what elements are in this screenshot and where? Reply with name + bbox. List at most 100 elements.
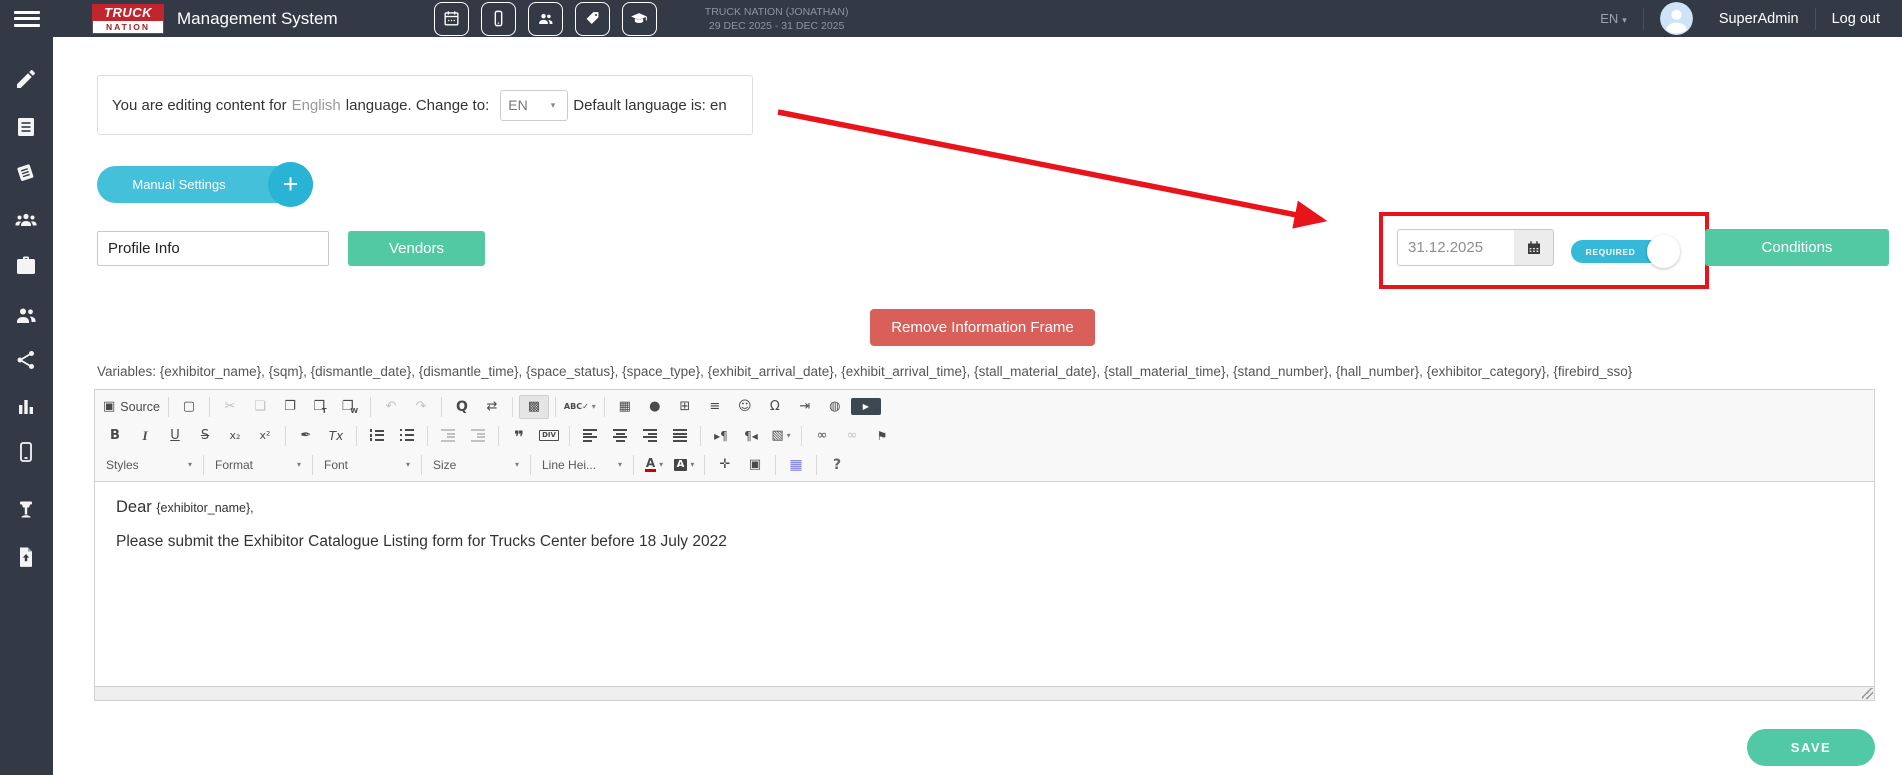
truck-nation-logo[interactable]: TRUCK NATION [92, 4, 164, 33]
toolbar-styles-select[interactable]: Styles▾ [101, 453, 197, 477]
toolbar-anchor-button[interactable]: ⚑ [868, 424, 896, 448]
sidebar-item-edit[interactable] [14, 67, 38, 91]
toolbar-select-all-button[interactable]: ▩ [519, 395, 549, 419]
toolbar-undo-button[interactable]: ↶ [377, 395, 405, 419]
hamburger-menu-icon[interactable] [14, 11, 40, 27]
sidebar-item-stand[interactable] [14, 497, 38, 521]
remove-information-frame-button[interactable]: Remove Information Frame [870, 309, 1095, 346]
sidebar-item-users[interactable] [14, 303, 38, 327]
toolbar-div-container-button[interactable]: DIV [535, 424, 563, 448]
toolbar-page-break-button[interactable]: ⇥ [791, 395, 819, 419]
toolbar-flash-button[interactable]: ● [641, 395, 669, 419]
sidebar-item-mobile[interactable] [14, 440, 38, 464]
toolbar-iframe-button[interactable]: ◍ [821, 395, 849, 419]
toolbar-horizontal-rule-button[interactable]: ≡ [701, 395, 729, 419]
sidebar-item-tags[interactable] [14, 161, 38, 185]
toolbar-youtube-button[interactable]: ▶ [851, 398, 881, 415]
toolbar-bullet-list-button[interactable] [393, 424, 421, 448]
date-picker-button[interactable] [1514, 229, 1554, 266]
bar-chart-icon [14, 394, 38, 418]
sidebar-item-forms[interactable] [14, 115, 38, 139]
toolbar-italic-button[interactable]: I [131, 424, 159, 448]
users-nav-button[interactable] [528, 2, 563, 36]
toolbar-unlink-button[interactable]: ∞ [838, 424, 866, 448]
user-menu[interactable]: SuperAdmin [1719, 11, 1799, 27]
form-name-input[interactable] [97, 231, 329, 266]
language-dropdown[interactable]: EN▾ [1600, 11, 1627, 26]
mobile-nav-button[interactable] [481, 2, 516, 36]
toolbar-blockquote-button[interactable]: ❞ [505, 424, 533, 448]
toolbar-ordered-list-button[interactable] [363, 424, 391, 448]
notice-text-pre: You are editing content for [112, 97, 287, 114]
toolbar-paste-button[interactable]: ❐ [276, 395, 304, 419]
tag-nav-button[interactable] [575, 2, 610, 36]
sidebar-item-upload[interactable] [14, 545, 38, 569]
toolbar-remove-format-button[interactable]: Tx [322, 424, 350, 448]
toolbar-language-button[interactable]: ▧▾ [767, 424, 795, 448]
toolbar-paste-word-button[interactable]: ❐W [336, 395, 364, 419]
logout-button[interactable]: Log out [1832, 11, 1880, 27]
toolbar-link-button[interactable]: ∞ [808, 424, 836, 448]
toolbar-find-button[interactable]: Q [448, 395, 476, 419]
pencil-icon [14, 67, 38, 91]
toolbar-outdent-button[interactable] [434, 424, 462, 448]
calendar-nav-button[interactable] [434, 2, 469, 36]
education-nav-button[interactable] [622, 2, 657, 36]
sidebar-item-share[interactable] [14, 348, 38, 372]
sidebar-item-stats[interactable] [14, 394, 38, 418]
deadline-date-input[interactable] [1397, 229, 1515, 266]
toolbar-superscript-button[interactable]: x² [251, 424, 279, 448]
toolbar-text-color-button[interactable]: A▾ [640, 453, 668, 477]
toolbar-smiley-button[interactable]: ☺ [731, 395, 759, 419]
toolbar-cut-button[interactable]: ✂ [216, 395, 244, 419]
toolbar-bidi-rtl-button[interactable]: ¶◂ [737, 424, 765, 448]
toolbar-replace-button[interactable]: ⇄ [478, 395, 506, 419]
toolbar-image-button[interactable]: ▦ [611, 395, 639, 419]
logo-bottom-text: NATION [92, 21, 164, 34]
required-toggle[interactable]: REQUIRED [1571, 240, 1672, 263]
toolbar-copy-formatting-button[interactable]: ✒ [292, 424, 320, 448]
toolbar-spellcheck-button[interactable]: ABC✓▾ [562, 395, 598, 419]
editor-resize-handle[interactable] [1862, 688, 1873, 699]
add-manual-setting-button[interactable]: + [268, 162, 313, 207]
save-button[interactable]: SAVE [1747, 729, 1875, 766]
toolbar-redo-button[interactable]: ↷ [407, 395, 435, 419]
briefcase-icon [14, 254, 38, 278]
toolbar-copy-button[interactable]: ❏ [246, 395, 274, 419]
toolbar-underline-button[interactable]: U [161, 424, 189, 448]
toolbar-maximize-button[interactable]: ✛ [711, 453, 739, 477]
toolbar-bidi-ltr-button[interactable]: ▸¶ [707, 424, 735, 448]
toolbar-grid-button[interactable]: ▦ [782, 453, 810, 477]
toolbar-bold-button[interactable]: B [101, 424, 129, 448]
toolbar-bg-color-button[interactable]: A▾ [670, 453, 698, 477]
sidebar-item-briefcase[interactable] [14, 254, 38, 278]
toolbar-table-button[interactable]: ⊞ [671, 395, 699, 419]
toolbar-about-button[interactable]: ? [823, 453, 851, 477]
toolbar-line-height-select[interactable]: Line Hei...▾ [537, 453, 627, 477]
toolbar-subscript-button[interactable]: x₂ [221, 424, 249, 448]
conditions-button[interactable]: Conditions [1705, 229, 1889, 266]
toolbar-special-char-button[interactable]: Ω [761, 395, 789, 419]
sidebar-item-group[interactable] [14, 208, 38, 232]
toolbar-size-select[interactable]: Size▾ [428, 453, 524, 477]
toolbar-paste-text-button[interactable]: ❐T [306, 395, 334, 419]
avatar[interactable] [1660, 2, 1693, 35]
notice-text-post: Default language is: en [573, 97, 726, 114]
editor-content[interactable]: Dear {exhibitor_name}, Please submit the… [95, 482, 1874, 686]
toolbar-new-page-button[interactable]: ▢ [175, 395, 203, 419]
toolbar-separator [604, 397, 605, 417]
toolbar-separator [555, 397, 556, 417]
toolbar-indent-button[interactable] [464, 424, 492, 448]
toolbar-source-button[interactable]: ▣Source [101, 395, 162, 419]
notice-language-select[interactable]: EN ▾ [500, 90, 568, 121]
toolbar-format-select[interactable]: Format▾ [210, 453, 306, 477]
toolbar-align-left-button[interactable] [576, 424, 604, 448]
toolbar-align-right-button[interactable] [636, 424, 664, 448]
toolbar-align-center-button[interactable] [606, 424, 634, 448]
toolbar-strike-button[interactable]: S [191, 424, 219, 448]
toolbar-show-blocks-button[interactable]: ▣ [741, 453, 769, 477]
file-upload-icon [14, 545, 38, 569]
vendors-button[interactable]: Vendors [348, 231, 485, 266]
toolbar-align-justify-button[interactable] [666, 424, 694, 448]
toolbar-font-select[interactable]: Font▾ [319, 453, 415, 477]
